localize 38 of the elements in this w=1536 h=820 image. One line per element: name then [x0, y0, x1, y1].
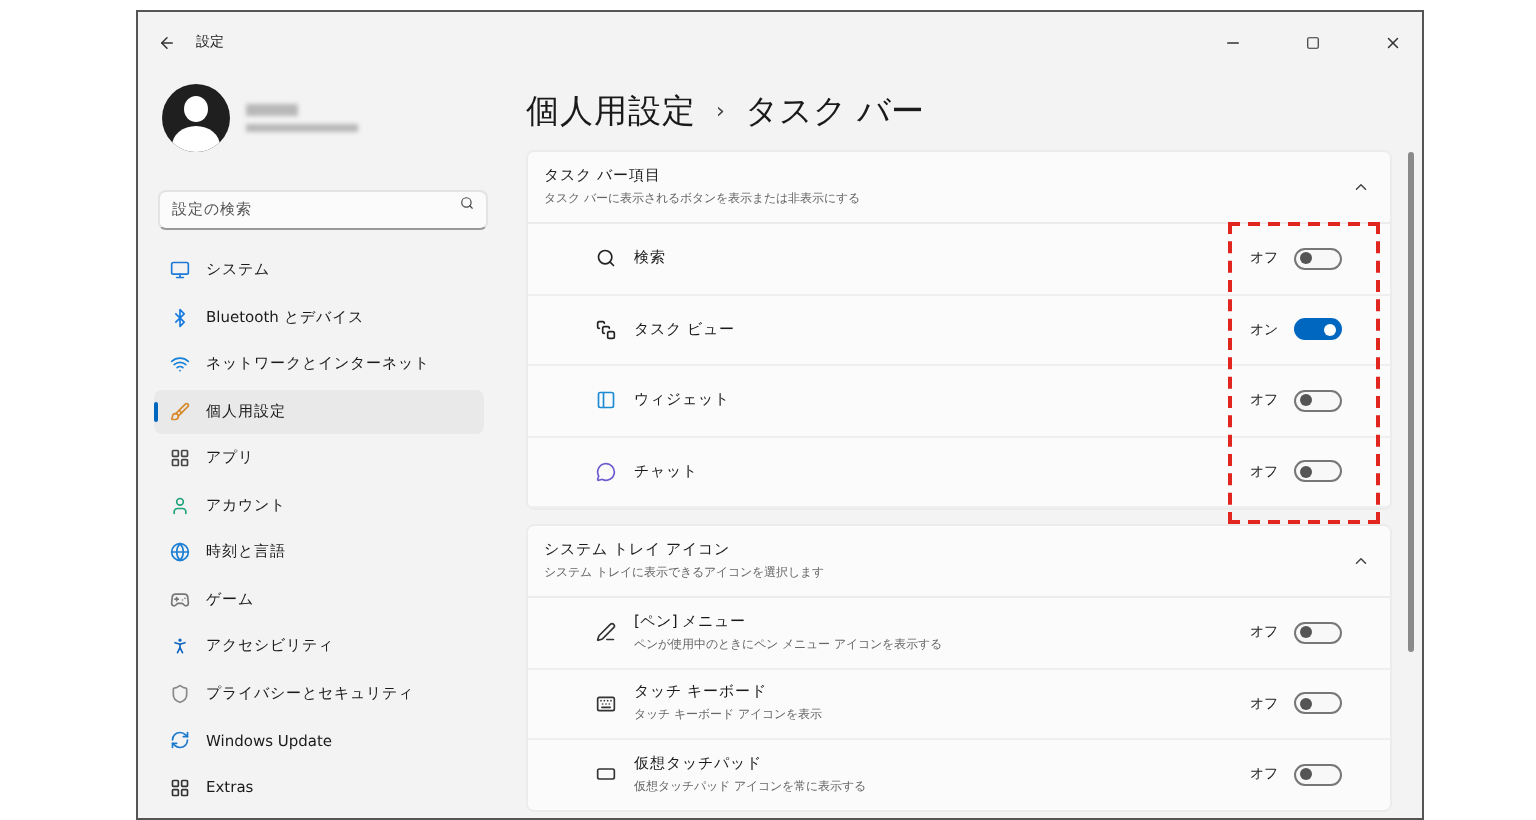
blurred-account-info	[246, 104, 358, 132]
touchpad-icon	[596, 764, 616, 785]
brush-icon	[170, 401, 190, 421]
maximize-icon[interactable]	[1305, 35, 1319, 49]
panel-icon	[596, 390, 616, 411]
keyboard-icon	[596, 693, 616, 714]
chevron-up-icon[interactable]	[1352, 178, 1370, 196]
back-icon[interactable]	[158, 33, 176, 51]
bluetooth-icon	[170, 307, 190, 327]
scrollbar[interactable]	[1408, 152, 1414, 652]
globe-icon	[170, 542, 190, 562]
avatar-silhouette	[162, 84, 230, 152]
wifi-icon	[170, 354, 190, 374]
toggle-switch[interactable]	[1294, 318, 1342, 341]
search-icon	[460, 196, 474, 210]
person-standing-icon	[170, 636, 190, 656]
breadcrumb-parent[interactable]: 個人用設定	[526, 89, 696, 133]
stacked-squares-icon	[596, 319, 616, 340]
refresh-icon	[170, 730, 190, 750]
grid-icon	[170, 777, 190, 797]
toggle-switch[interactable]	[1294, 621, 1342, 644]
chevron-up-icon[interactable]	[1352, 552, 1370, 570]
shield-icon	[170, 683, 190, 703]
breadcrumb-separator: ›	[716, 98, 725, 124]
monitor-icon	[170, 260, 190, 280]
search-icon	[596, 248, 616, 269]
toggle-switch[interactable]	[1294, 763, 1342, 786]
toggle-switch[interactable]	[1294, 460, 1342, 483]
chat-bubble-icon	[596, 461, 616, 482]
pen-icon	[596, 622, 616, 643]
person-icon	[170, 495, 190, 515]
toggle-switch[interactable]	[1294, 247, 1342, 270]
gamepad-icon	[170, 589, 190, 609]
toggle-switch[interactable]	[1294, 692, 1342, 715]
toggle-switch[interactable]	[1294, 389, 1342, 412]
page-title: タスク バー	[744, 89, 926, 133]
grid-icon	[170, 448, 190, 468]
close-icon[interactable]	[1383, 33, 1401, 51]
